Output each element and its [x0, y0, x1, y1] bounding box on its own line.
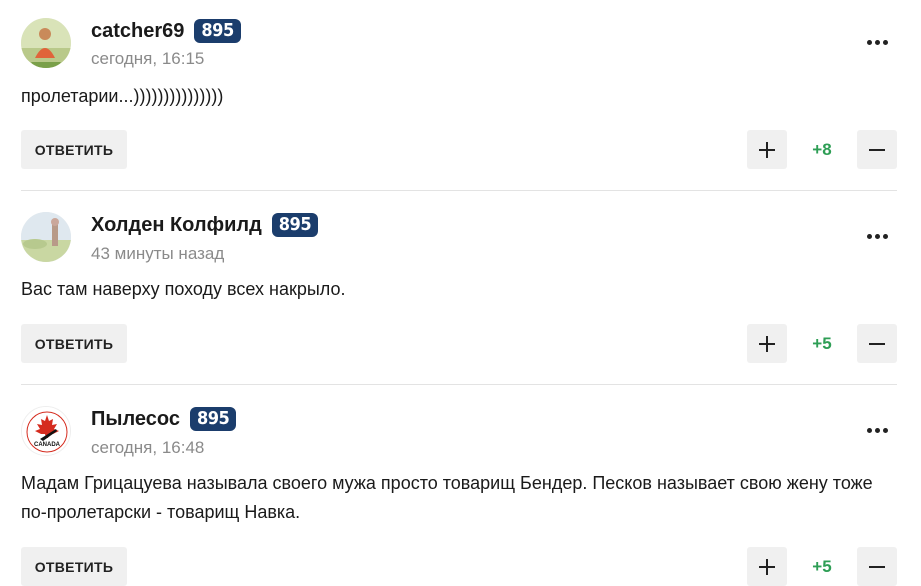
comment-time: 43 минуты назад	[91, 244, 225, 263]
username-row: catcher69 895	[91, 19, 241, 43]
avatar-photo-landscape-icon	[21, 212, 71, 262]
reply-button[interactable]: ОТВЕТИТЬ	[21, 547, 127, 586]
svg-text:CANADA: CANADA	[34, 442, 61, 448]
more-options-icon[interactable]	[860, 226, 894, 246]
more-options-icon[interactable]	[860, 32, 894, 52]
minus-icon	[869, 342, 885, 345]
downvote-button[interactable]	[857, 130, 897, 169]
username[interactable]: Холден Колфилд	[91, 214, 262, 237]
minus-icon	[869, 148, 885, 151]
comment-score: +5	[812, 334, 832, 353]
upvote-button[interactable]	[747, 324, 787, 363]
downvote-button[interactable]	[857, 324, 897, 363]
comment-divider	[21, 190, 897, 191]
comment-score: +5	[812, 557, 832, 576]
reply-button[interactable]: ОТВЕТИТЬ	[21, 130, 127, 169]
comment-score: +8	[812, 140, 832, 159]
comment-text: Мадам Грицацуева называла своего мужа пр…	[21, 473, 873, 522]
comment-time: сегодня, 16:15	[91, 49, 205, 68]
avatar-photo-person-icon	[21, 18, 71, 68]
comment-time: сегодня, 16:48	[91, 438, 205, 457]
comment-text: Вас там наверху походу всех накрыло.	[21, 279, 346, 299]
comment-divider	[21, 384, 897, 385]
rating-badge: 895	[189, 407, 237, 431]
reply-button[interactable]: ОТВЕТИТЬ	[21, 324, 127, 363]
username[interactable]: catcher69	[91, 20, 184, 43]
rating-badge: 895	[271, 213, 319, 237]
more-options-icon[interactable]	[860, 420, 894, 440]
user-avatar[interactable]	[21, 18, 71, 68]
username[interactable]: Пылесос	[91, 408, 180, 431]
username-row: Пылесос 895	[91, 407, 237, 431]
user-avatar[interactable]	[21, 212, 71, 262]
downvote-button[interactable]	[857, 547, 897, 586]
user-avatar[interactable]: CANADA	[21, 406, 71, 456]
comment-text: пролетарии...)))))))))))))))	[21, 86, 224, 106]
upvote-button[interactable]	[747, 547, 787, 586]
rating-badge: 895	[194, 19, 241, 43]
username-row: Холден Колфилд 895	[91, 213, 319, 237]
upvote-button[interactable]	[747, 130, 787, 169]
minus-icon	[869, 565, 885, 568]
hockey-canada-logo-icon: CANADA	[22, 407, 70, 455]
